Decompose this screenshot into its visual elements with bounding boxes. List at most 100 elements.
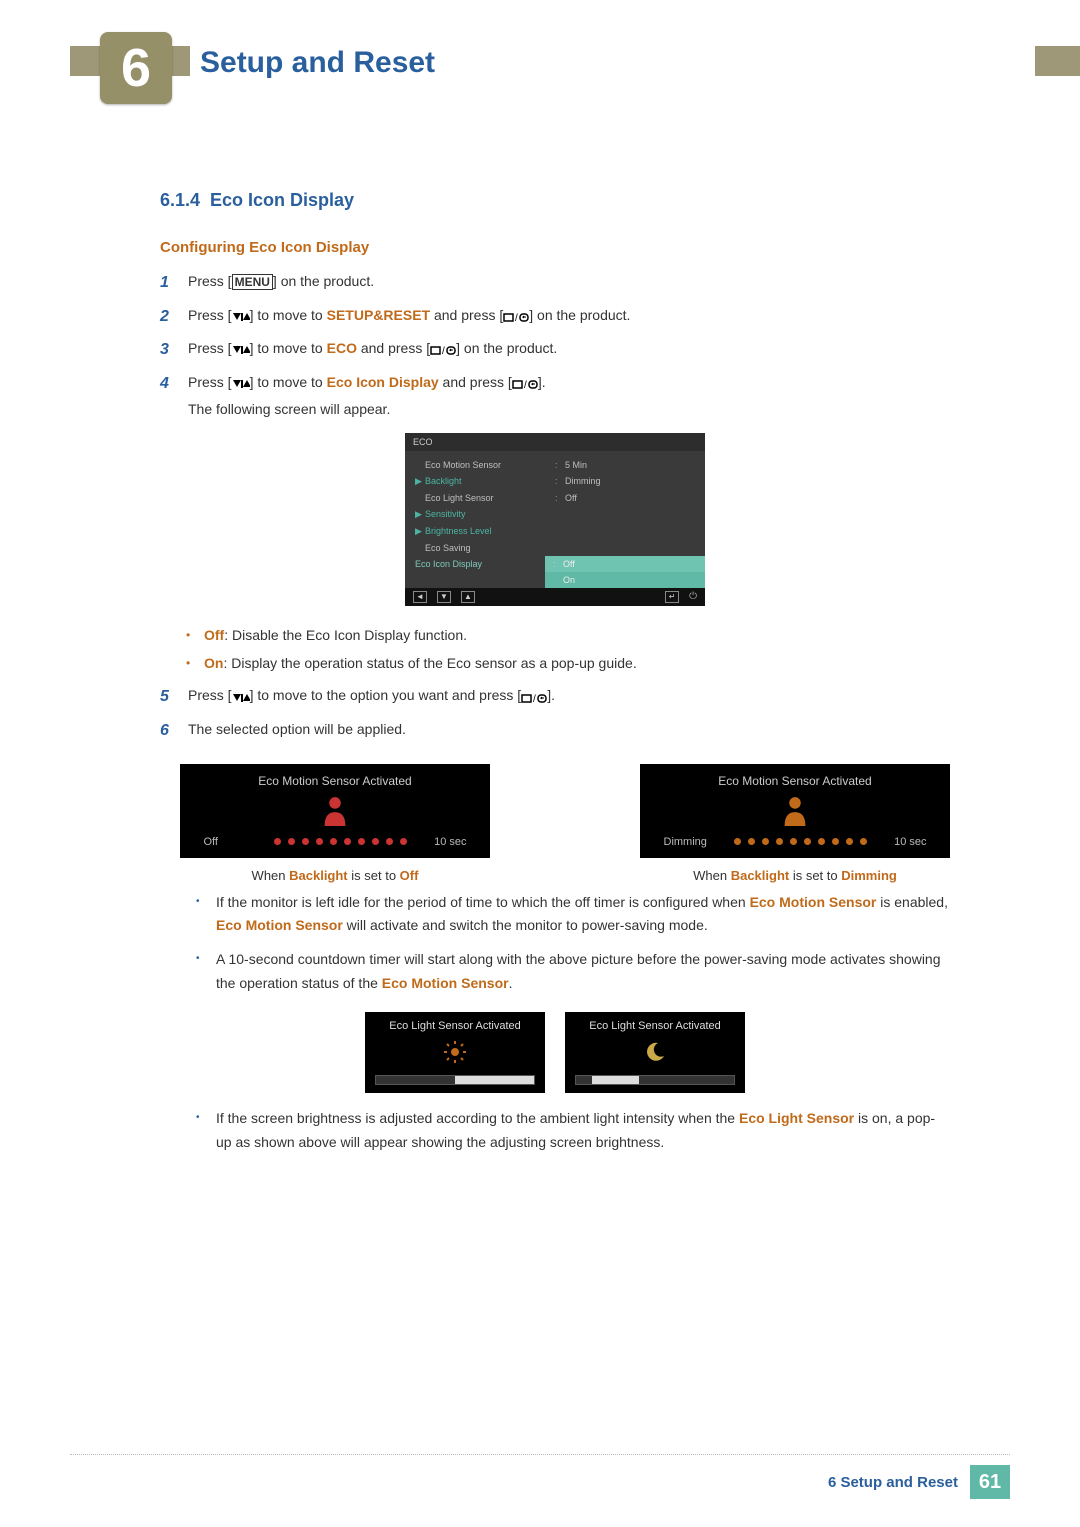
step-number: 5 xyxy=(160,684,188,710)
backlight-dimming-label: Dimming xyxy=(664,836,724,848)
step-text: Press [MENU] on the product. xyxy=(188,270,950,296)
light-popup-moon: Eco Light Sensor Activated xyxy=(565,1012,745,1093)
section-number: 6.1.4 xyxy=(160,190,200,210)
source-enter-icon: / xyxy=(430,338,456,360)
triangle-right-icon: ▶ xyxy=(415,509,425,520)
osd-row-icon-display-on: On xyxy=(405,572,705,588)
osd-body: Eco Motion Sensor:5 Min ▶Backlight:Dimmi… xyxy=(405,451,705,588)
nav-down-icon: ▼ xyxy=(437,591,451,603)
source-enter-icon: / xyxy=(503,305,529,327)
step-number: 3 xyxy=(160,337,188,363)
backlight-off-label: Off xyxy=(204,836,264,848)
eco-icon-display-label: Eco Icon Display xyxy=(327,374,439,390)
setup-reset-label: SETUP&RESET xyxy=(327,307,430,323)
step-number: 4 xyxy=(160,371,188,421)
step-4: 4 Press [] to move to Eco Icon Display a… xyxy=(160,371,950,421)
step-number: 6 xyxy=(160,718,188,744)
osd-row-brightness: ▶Brightness Level xyxy=(405,523,705,540)
step-1: 1 Press [MENU] on the product. xyxy=(160,270,950,296)
step-2: 2 Press [] to move to SETUP&RESET and pr… xyxy=(160,304,950,330)
nav-power-icon: ⏻ xyxy=(689,591,697,603)
svg-text:/: / xyxy=(442,346,445,356)
step-text: Press [] to move to SETUP&RESET and pres… xyxy=(188,304,950,330)
step-6: 6 The selected option will be applied. xyxy=(160,718,950,744)
page-header: 6 Setup and Reset xyxy=(70,30,1080,88)
triangle-right-icon: ▶ xyxy=(415,526,425,537)
moon-icon xyxy=(575,1040,735,1067)
source-enter-icon: / xyxy=(521,686,547,708)
popup-title: Eco Motion Sensor Activated xyxy=(192,774,478,788)
chapter-title: Setup and Reset xyxy=(190,42,1035,84)
popup-box-dimming: Eco Motion Sensor Activated Dimming 10 s… xyxy=(640,764,950,858)
chapter-number-badge: 6 xyxy=(100,32,172,104)
page-footer: 6 Setup and Reset 61 xyxy=(828,1465,1010,1499)
nav-enter-icon: ↵ xyxy=(665,591,679,603)
info-bullet-2: A 10-second countdown timer will start a… xyxy=(216,948,950,996)
info-bullet-1: If the monitor is left idle for the peri… xyxy=(216,891,950,939)
osd-row-saving: Eco Saving xyxy=(405,540,705,556)
footer-text: 6 Setup and Reset xyxy=(828,1474,958,1491)
osd-nav-bar: ◄ ▼ ▲ ↵ ⏻ xyxy=(405,588,705,606)
info-bullet-3: If the screen brightness is adjusted acc… xyxy=(216,1107,950,1155)
on-label: On xyxy=(204,655,223,671)
motion-popup-dimming: Eco Motion Sensor Activated Dimming 10 s… xyxy=(640,764,950,883)
osd-row-backlight: ▶Backlight:Dimming xyxy=(405,473,705,490)
light-popup-sun: Eco Light Sensor Activated xyxy=(365,1012,545,1093)
osd-menu: ECO Eco Motion Sensor:5 Min ▶Backlight:D… xyxy=(405,433,705,606)
popup-title: Eco Motion Sensor Activated xyxy=(652,774,938,788)
step-text: Press [] to move to the option you want … xyxy=(188,684,950,710)
menu-button-icon: MENU xyxy=(232,274,273,290)
popup-caption-off: When Backlight is set to Off xyxy=(180,868,490,883)
person-icon xyxy=(192,796,478,826)
ten-sec-label: 10 sec xyxy=(877,836,927,848)
triangle-right-icon: ▶ xyxy=(415,476,425,487)
step-text: Press [] to move to ECO and press [/] on… xyxy=(188,337,950,363)
osd-row-light: Eco Light Sensor:Off xyxy=(405,490,705,506)
svg-text:/: / xyxy=(533,694,536,704)
nav-up-icon: ▲ xyxy=(461,591,475,603)
down-up-arrow-icon xyxy=(232,372,250,394)
steps-list-2: 5 Press [] to move to the option you wan… xyxy=(160,684,950,743)
section-heading: 6.1.4 Eco Icon Display xyxy=(160,190,950,211)
step-4-tail: The following screen will appear. xyxy=(188,398,950,420)
osd-title: ECO xyxy=(405,433,705,451)
off-label: Off xyxy=(204,627,224,643)
source-enter-icon: / xyxy=(512,372,538,394)
subheading: Configuring Eco Icon Display xyxy=(160,239,950,256)
osd-row-sensitivity: ▶Sensitivity xyxy=(405,506,705,523)
popup2-title: Eco Light Sensor Activated xyxy=(575,1020,735,1032)
motion-popups-row: Eco Motion Sensor Activated Off 10 sec W… xyxy=(180,764,950,883)
countdown-dots xyxy=(274,838,407,845)
info-bullets-2: If the screen brightness is adjusted acc… xyxy=(160,1107,950,1155)
countdown-row: Dimming 10 sec xyxy=(652,836,938,848)
light-popups-row: Eco Light Sensor Activated Eco Light Sen… xyxy=(160,1012,950,1093)
svg-text:/: / xyxy=(515,313,518,323)
page-number-badge: 61 xyxy=(970,1465,1010,1499)
step-3: 3 Press [] to move to ECO and press [/] … xyxy=(160,337,950,363)
osd-option-off: :Off xyxy=(545,556,705,572)
step-5: 5 Press [] to move to the option you wan… xyxy=(160,684,950,710)
eco-label: ECO xyxy=(327,340,357,356)
down-up-arrow-icon xyxy=(232,338,250,360)
section-title: Eco Icon Display xyxy=(210,190,354,210)
step-number: 1 xyxy=(160,270,188,296)
ten-sec-label: 10 sec xyxy=(417,836,467,848)
down-up-arrow-icon xyxy=(232,305,250,327)
person-icon xyxy=(652,796,938,826)
popup-box-off: Eco Motion Sensor Activated Off 10 sec xyxy=(180,764,490,858)
popup2-title: Eco Light Sensor Activated xyxy=(375,1020,535,1032)
steps-list: 1 Press [MENU] on the product. 2 Press [… xyxy=(160,270,950,421)
motion-popup-off: Eco Motion Sensor Activated Off 10 sec W… xyxy=(180,764,490,883)
page-content: 6.1.4 Eco Icon Display Configuring Eco I… xyxy=(160,190,950,1164)
svg-text:/: / xyxy=(524,380,527,390)
step-text: The selected option will be applied. xyxy=(188,718,950,744)
nav-left-icon: ◄ xyxy=(413,591,427,603)
step-number: 2 xyxy=(160,304,188,330)
brightness-bar xyxy=(575,1075,735,1085)
osd-row-icon-display: Eco Icon Display :Off xyxy=(405,556,705,572)
footer-separator xyxy=(70,1454,1010,1455)
down-up-arrow-icon xyxy=(232,686,250,708)
sun-icon xyxy=(375,1040,535,1067)
osd-icon-display-label: Eco Icon Display xyxy=(405,556,545,572)
osd-option-on: On xyxy=(545,572,705,588)
